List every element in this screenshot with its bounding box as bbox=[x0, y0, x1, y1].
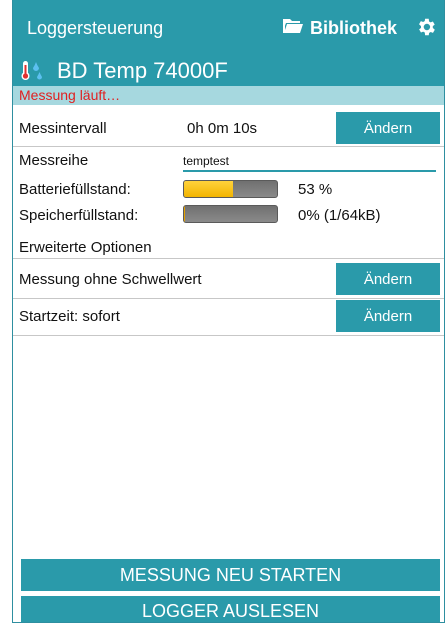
gear-icon[interactable] bbox=[415, 16, 437, 38]
battery-value: 53 % bbox=[298, 181, 333, 198]
battery-bar-fill bbox=[184, 181, 234, 197]
memory-bar bbox=[183, 205, 278, 223]
divider bbox=[13, 298, 444, 299]
restart-measurement-button[interactable]: MESSUNG NEU STARTEN bbox=[21, 559, 440, 591]
interval-label: Messintervall bbox=[19, 120, 107, 137]
divider bbox=[13, 258, 444, 259]
interval-value: 0h 0m 10s bbox=[187, 120, 258, 137]
threshold-label: Messung ohne Schwellwert bbox=[19, 271, 202, 288]
app-toolbar: Loggersteuerung Bibliothek bbox=[13, 0, 444, 56]
start-time-label: Startzeit: sofort bbox=[19, 308, 120, 325]
status-banner: Messung läuft… bbox=[13, 86, 444, 105]
library-label: Bibliothek bbox=[310, 18, 398, 38]
divider bbox=[13, 335, 444, 336]
library-button[interactable]: Bibliothek bbox=[282, 17, 397, 40]
series-name-field[interactable] bbox=[183, 152, 436, 172]
folder-icon bbox=[282, 17, 304, 40]
memory-label: Speicherfüllstand: bbox=[19, 207, 139, 224]
app-title: Loggersteuerung bbox=[27, 18, 164, 38]
thermometer-icon bbox=[20, 60, 46, 82]
device-header: BD Temp 74000F bbox=[13, 56, 444, 86]
battery-label: Batteriefüllstand: bbox=[19, 181, 131, 198]
memory-value: 0% (1/64kB) bbox=[298, 207, 381, 224]
series-label: Messreihe bbox=[19, 152, 89, 169]
device-name: BD Temp 74000F bbox=[57, 58, 228, 83]
app-frame: Loggersteuerung Bibliothek BD Temp 74000… bbox=[12, 0, 445, 623]
divider bbox=[13, 146, 444, 147]
memory-bar-fill bbox=[184, 206, 185, 222]
change-interval-button[interactable]: Ändern bbox=[336, 112, 440, 144]
battery-bar bbox=[183, 180, 278, 198]
advanced-options-heading: Erweiterte Optionen bbox=[19, 239, 152, 256]
change-start-time-button[interactable]: Ändern bbox=[336, 300, 440, 332]
change-threshold-button[interactable]: Ändern bbox=[336, 263, 440, 295]
read-logger-button[interactable]: LOGGER AUSLESEN bbox=[21, 596, 440, 622]
